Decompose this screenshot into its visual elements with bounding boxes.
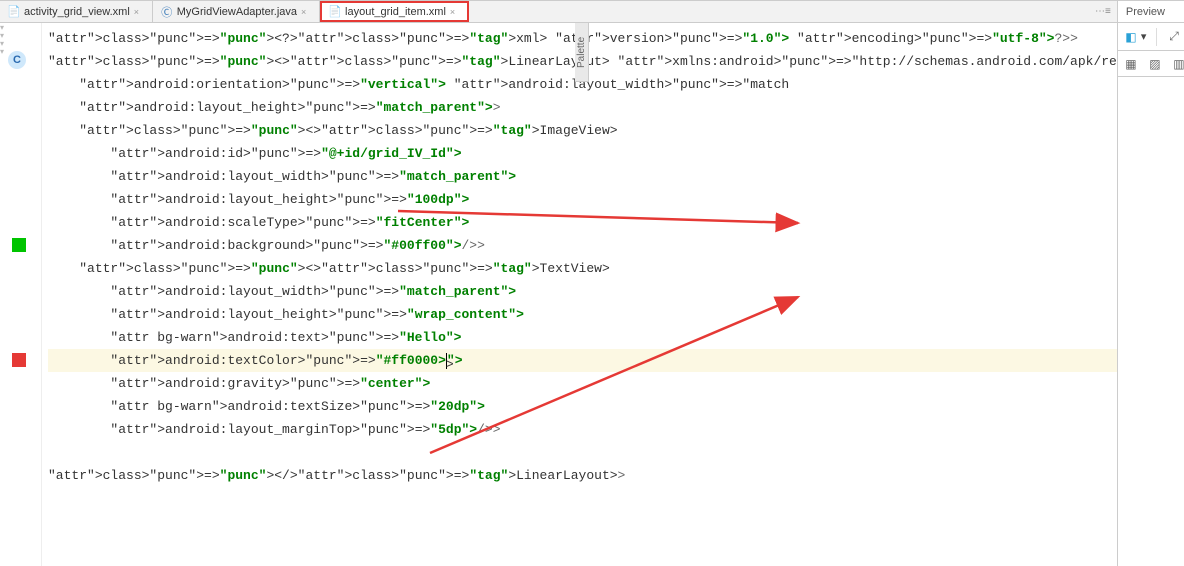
tab-label: MyGridViewAdapter.java — [177, 6, 297, 18]
view-mode-icon[interactable]: ▥ — [1172, 57, 1184, 71]
code-line[interactable]: "attr">class>"punc">=>"punc"><>"attr">cl… — [48, 257, 1117, 280]
preview-header: Preview — [1118, 1, 1184, 23]
blueprint-icon: ◧ — [1124, 30, 1138, 44]
xml-icon: 📄 — [329, 6, 341, 18]
fold-icon[interactable]: ▾ — [0, 47, 8, 55]
code-line[interactable]: "attr bg-warn">android:text>"punc">=>"He… — [48, 326, 1117, 349]
separator — [1156, 28, 1157, 46]
code-line[interactable]: "attr bg-warn">android:textSize>"punc">=… — [48, 395, 1117, 418]
view-mode-icon[interactable]: ▨ — [1148, 57, 1162, 71]
tab-label: activity_grid_view.xml — [24, 6, 130, 18]
fold-icon[interactable]: ▾ — [0, 39, 8, 47]
view-mode-icon[interactable]: ▦ — [1124, 57, 1138, 71]
code-area[interactable]: "attr">class>"punc">=>"punc"><?>"attr">c… — [42, 23, 1117, 566]
class-badge-icon: C — [8, 51, 26, 69]
editor-pane: 📄 activity_grid_view.xml × Ⓒ MyGridViewA… — [0, 1, 1118, 566]
tab-overflow-menu[interactable]: ⋯≡ — [1089, 1, 1117, 22]
preview-toolbar2: ▦ ▨ ▥ ◫ ↔ ↕ — [1118, 51, 1184, 77]
fold-icon[interactable]: ▾ — [0, 23, 8, 31]
palette-tab[interactable]: Palette — [575, 22, 589, 82]
code-line[interactable]: "attr">android:textColor>"punc">=>"#ff00… — [48, 349, 1117, 372]
preview-canvas[interactable]: ▲ ▮ 7:00 Hello https://blog.csdn.net/qq3… — [1118, 77, 1184, 566]
design-surface-picker[interactable]: ◧▾ — [1124, 30, 1147, 44]
tab-label: layout_grid_item.xml — [345, 6, 446, 18]
code-line[interactable]: "attr">android:scaleType>"punc">=>"fitCe… — [48, 211, 1117, 234]
color-swatch-icon — [12, 353, 26, 367]
orientation-icon: ⤢ — [1167, 30, 1181, 44]
class-icon: Ⓒ — [161, 6, 173, 18]
code-line[interactable]: "attr">android:layout_marginTop>"punc">=… — [48, 418, 1117, 441]
close-icon[interactable]: × — [301, 7, 311, 17]
code-line[interactable]: "attr">class>"punc">=>"punc"></>"attr">c… — [48, 464, 1117, 487]
tabbar-spacer — [469, 1, 1089, 22]
editor-body: C ▾ ▾ ▾ 💡 ▾ "attr">class>"punc">=>"punc"… — [0, 23, 1117, 566]
color-swatch-icon — [12, 238, 26, 252]
app-root: 📄 activity_grid_view.xml × Ⓒ MyGridViewA… — [0, 0, 1184, 566]
close-icon[interactable]: × — [450, 7, 460, 17]
tab-adapter-java[interactable]: Ⓒ MyGridViewAdapter.java × — [153, 1, 320, 22]
code-line[interactable]: "attr">android:id>"punc">=>"@+id/grid_IV… — [48, 142, 1117, 165]
code-line[interactable]: "attr">android:background>"punc">=>"#00f… — [48, 234, 1117, 257]
code-line[interactable]: "attr">android:layout_width>"punc">=>"ma… — [48, 165, 1117, 188]
close-icon[interactable]: × — [134, 7, 144, 17]
orientation-picker[interactable]: ⤢▾ — [1167, 30, 1184, 44]
code-line[interactable] — [48, 441, 1117, 464]
editor-tabbar: 📄 activity_grid_view.xml × Ⓒ MyGridViewA… — [0, 1, 1117, 23]
gutter: C ▾ ▾ ▾ 💡 ▾ — [0, 23, 42, 566]
preview-toolbar: ◧▾ ⤢▾ ▭Pixel ▾ ⚠25 ▾ ◎AppTheme 🌐Default … — [1118, 23, 1184, 51]
code-line[interactable]: "attr">android:layout_width>"punc">=>"ma… — [48, 280, 1117, 303]
tab-layout-grid-item[interactable]: 📄 layout_grid_item.xml × — [320, 1, 469, 22]
code-line[interactable]: "attr">android:layout_height>"punc">=>"m… — [48, 96, 1117, 119]
preview-title: Preview — [1126, 6, 1165, 18]
fold-icon[interactable]: ▾ — [0, 31, 8, 39]
code-line[interactable]: "attr">android:layout_height>"punc">=>"w… — [48, 303, 1117, 326]
code-line[interactable]: "attr">android:layout_height>"punc">=>"1… — [48, 188, 1117, 211]
tab-activity-grid-view[interactable]: 📄 activity_grid_view.xml × — [0, 1, 153, 22]
xml-icon: 📄 — [8, 6, 20, 18]
preview-pane: Preview ◧▾ ⤢▾ ▭Pixel ▾ ⚠25 ▾ ◎AppTheme 🌐… — [1118, 1, 1184, 566]
code-line[interactable]: "attr">android:gravity>"punc">=>"center"… — [48, 372, 1117, 395]
code-line[interactable]: "attr">class>"punc">=>"punc"><>"attr">cl… — [48, 119, 1117, 142]
